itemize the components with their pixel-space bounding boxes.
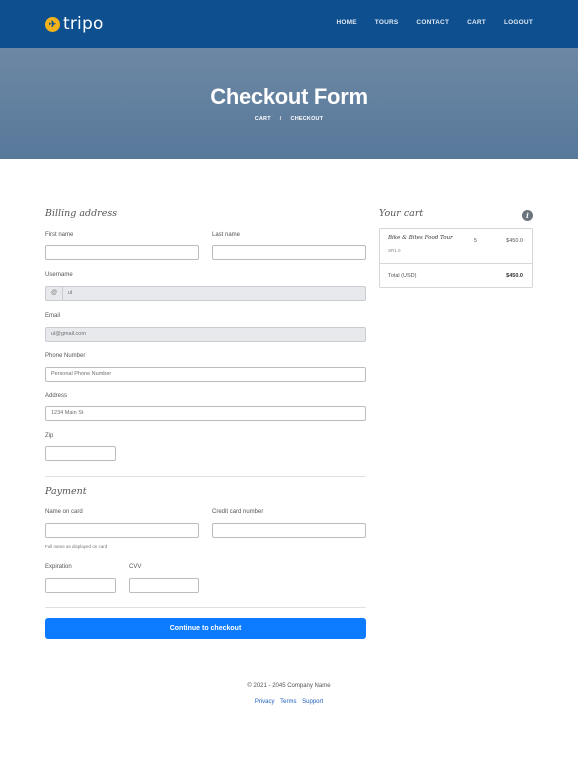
payment-title: Payment [45,486,87,497]
first-name-label: First name [45,232,74,238]
name-on-card-hint: Full name as displayed on card [45,544,108,549]
airplane-icon: ✈ [45,16,60,32]
name-on-card-input[interactable] [45,523,199,538]
email-input[interactable]: ul@gmail.com [45,327,366,342]
billing-title: Billing address [45,208,118,219]
nav-link-home[interactable]: HOME [336,19,356,26]
card-number-input[interactable] [212,523,366,538]
page-title: Checkout Form [210,84,368,109]
username-input[interactable]: ul [62,286,366,301]
footer-link-terms[interactable]: Terms [280,699,296,705]
first-name-input[interactable] [45,245,199,260]
zip-input[interactable] [45,446,116,461]
nav-link-tours[interactable]: TOURS [375,19,399,26]
nav-link-cart[interactable]: CART [467,19,486,26]
at-sign-addon: @ [45,286,62,301]
payment-divider [45,607,366,608]
phone-label: Phone Number [45,353,86,359]
cart-list: Bike & Bites Food Tour SR1.0 5 $450.0 To… [379,228,533,288]
footer-link-privacy[interactable]: Privacy [255,699,275,705]
brand-logo[interactable]: ✈ tripo [45,14,104,34]
address-input[interactable]: 1234 Main St [45,406,366,421]
continue-to-checkout-button[interactable]: Continue to checkout [45,618,366,639]
hero-banner: Checkout Form CART / CHECKOUT [0,48,578,159]
username-group: @ ul [45,286,366,301]
phone-input[interactable]: Personal Phone Number [45,367,366,382]
cvv-input[interactable] [129,578,199,593]
cart-item: Bike & Bites Food Tour SR1.0 5 $450.0 [380,229,532,264]
expiration-input[interactable] [45,578,116,593]
name-on-card-label: Name on card [45,509,83,515]
section-divider [45,476,366,477]
footer-links: Privacy Terms Support [0,699,578,705]
cart-item-code: SR1.0 [388,248,401,253]
footer-copyright: © 2021 - 2045 Company Name [247,683,331,689]
email-label: Email [45,313,61,319]
breadcrumb-cart[interactable]: CART [255,116,271,122]
last-name-input[interactable] [212,245,366,260]
brand-name: tripo [63,14,104,34]
top-navbar: ✈ tripo HOME TOURS CONTACT CART LOGOUT [0,0,578,48]
breadcrumb: CART / CHECKOUT [0,116,578,122]
address-label: Address [45,393,68,399]
main-nav: HOME TOURS CONTACT CART LOGOUT [318,19,533,26]
last-name-label: Last name [212,232,241,238]
card-number-label: Credit card number [212,509,264,515]
breadcrumb-separator: / [279,116,282,122]
nav-link-logout[interactable]: LOGOUT [504,19,533,26]
cart-item-name: Bike & Bites Food Tour [388,235,453,241]
cart-total-value: $450.0 [506,273,523,279]
cart-total-label: Total (USD) [388,273,417,279]
cart-item-price: $450.0 [506,238,523,244]
breadcrumb-current: CHECKOUT [290,116,324,122]
username-label: Username [45,272,73,278]
cart-title: Your cart [379,208,424,219]
footer-link-support[interactable]: Support [302,699,323,705]
nav-link-contact[interactable]: CONTACT [416,19,449,26]
zip-label: Zip [45,433,54,439]
cart-item-quantity: 5 [474,238,478,244]
expiration-label: Expiration [45,564,72,570]
info-icon: i [522,210,533,221]
cvv-label: CVV [129,564,142,570]
